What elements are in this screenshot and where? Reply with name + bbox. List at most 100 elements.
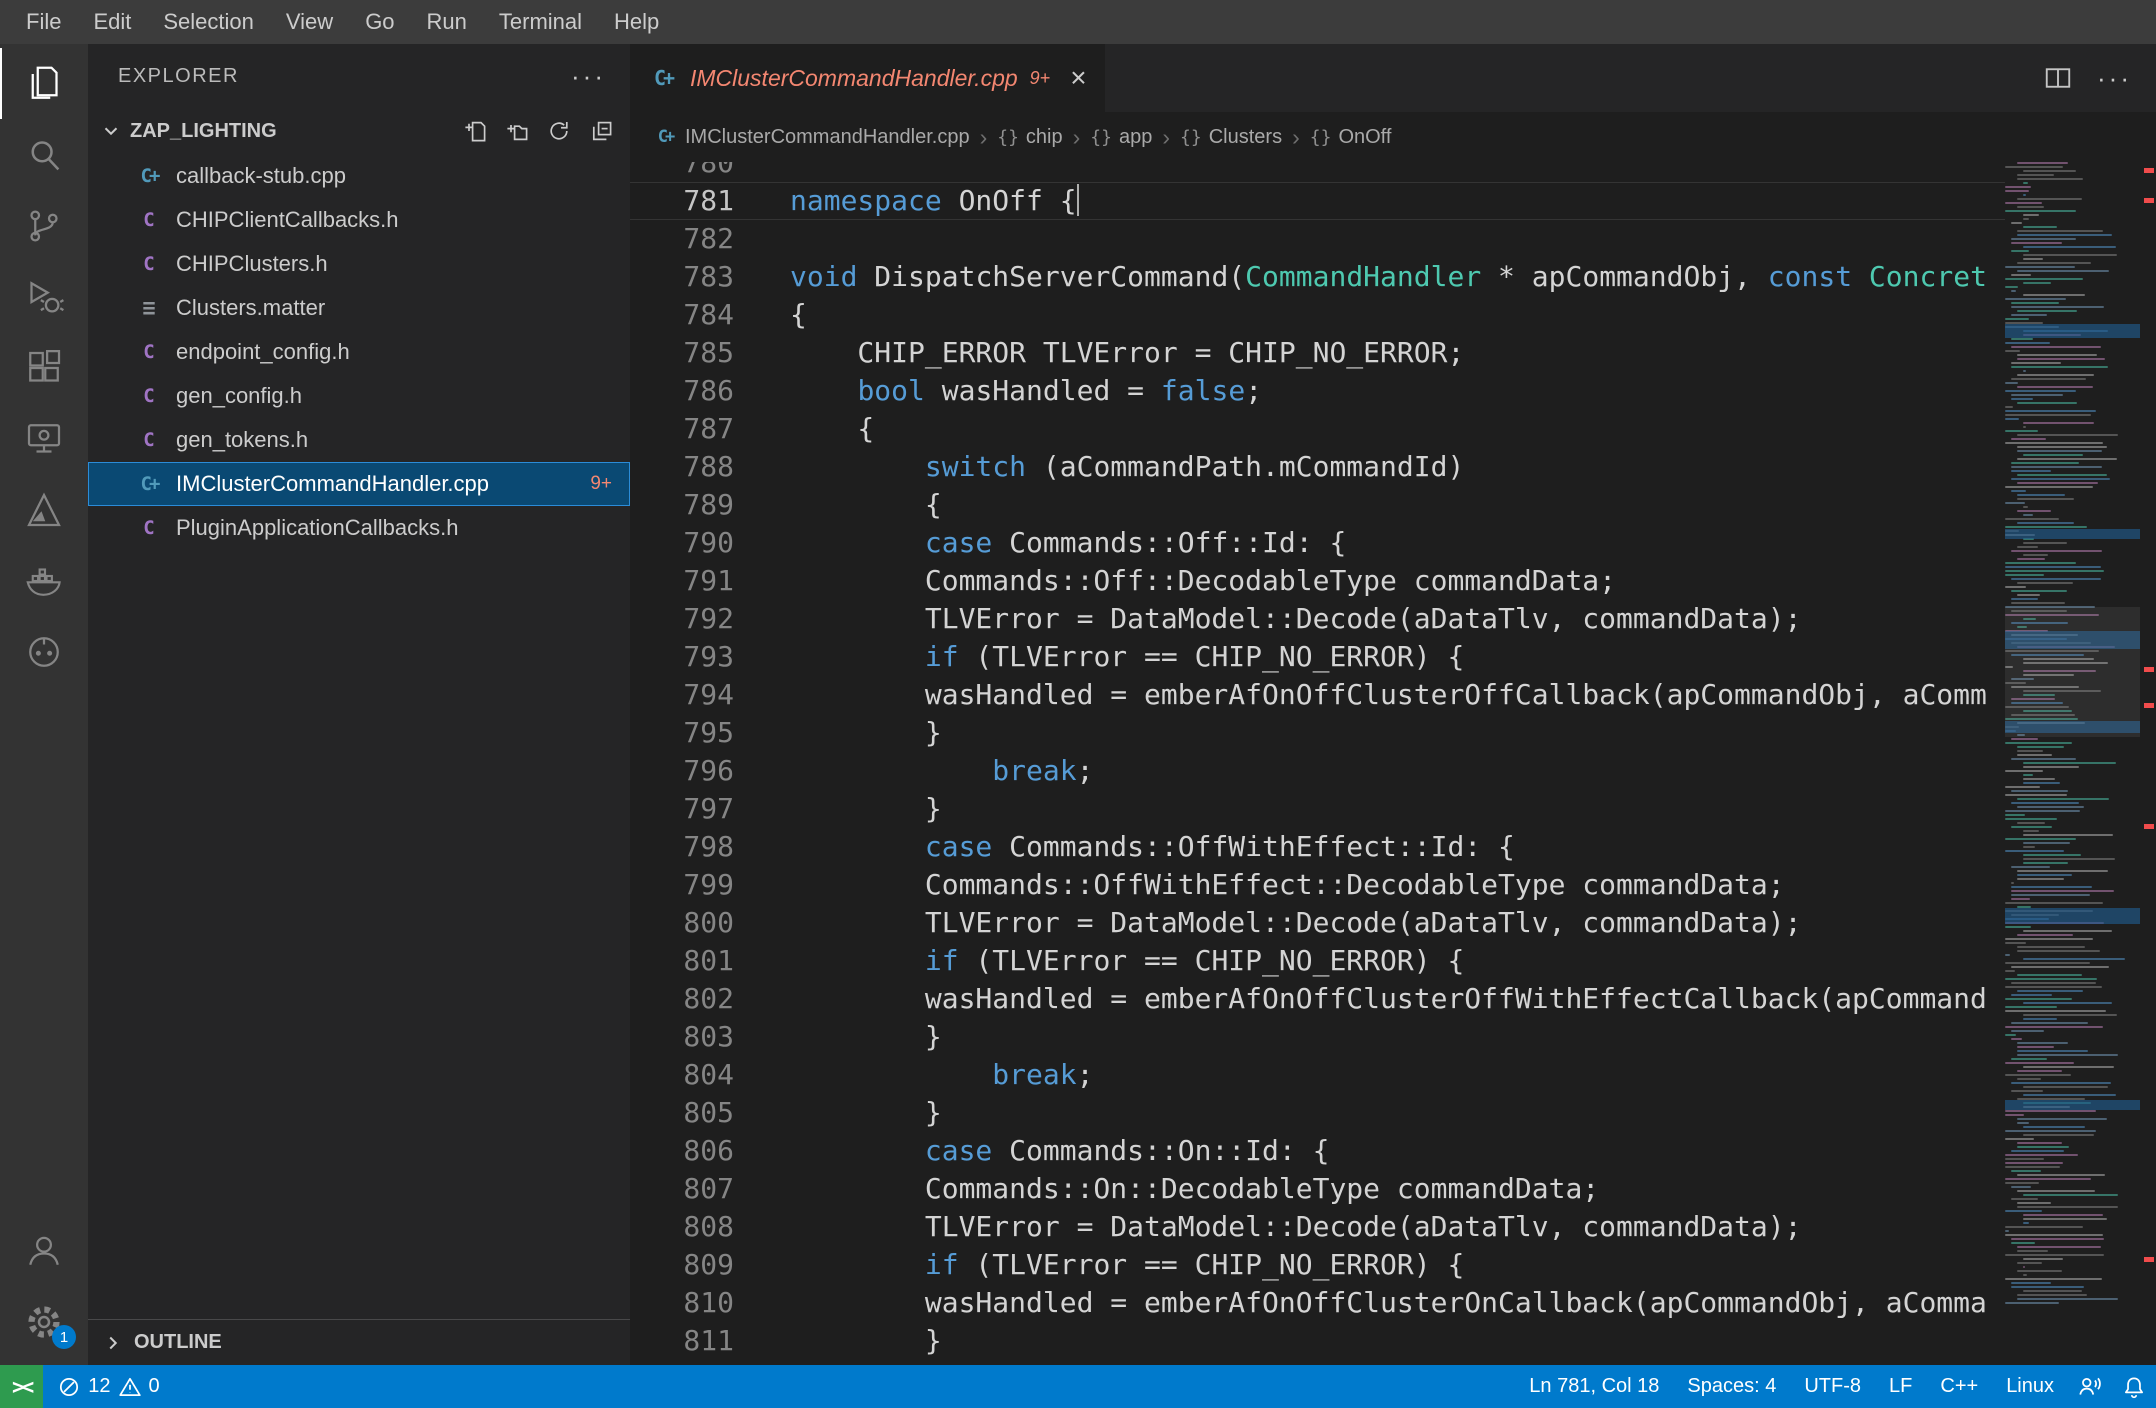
split-editor-icon[interactable]: [2039, 59, 2077, 97]
more-actions-icon[interactable]: ···: [571, 61, 606, 92]
code-line-789[interactable]: 789 {: [630, 486, 2005, 524]
code-line-792[interactable]: 792 TLVError = DataModel::Decode(aDataTl…: [630, 600, 2005, 638]
code-text: {: [790, 412, 875, 445]
code-line-786[interactable]: 786 bool wasHandled = false;: [630, 372, 2005, 410]
code-text: Commands::On::DecodableType commandData;: [790, 1172, 1600, 1205]
code-line-795[interactable]: 795 }: [630, 714, 2005, 752]
code-lines[interactable]: 780 781 namespace OnOff {782 783 void Dispat…: [630, 162, 2005, 1365]
code-line-801[interactable]: 801 if (TLVError == CHIP_NO_ERROR) {: [630, 942, 2005, 980]
menu-selection[interactable]: Selection: [147, 9, 270, 35]
code-line-794[interactable]: 794 wasHandled = emberAfOnOffClusterOffC…: [630, 676, 2005, 714]
menu-edit[interactable]: Edit: [77, 9, 147, 35]
new-file-icon[interactable]: [458, 114, 492, 148]
code-line-812[interactable]: 812 break;: [630, 1360, 2005, 1365]
more-actions-icon[interactable]: ···: [2097, 63, 2132, 94]
status-line-col[interactable]: Ln 781, Col 18: [1515, 1375, 1673, 1398]
accounts-icon[interactable]: [0, 1215, 88, 1286]
code-line-807[interactable]: 807 Commands::On::DecodableType commandD…: [630, 1170, 2005, 1208]
menu-view[interactable]: View: [270, 9, 349, 35]
code-line-781[interactable]: 781 namespace OnOff {: [630, 182, 2005, 220]
code-line-802[interactable]: 802 wasHandled = emberAfOnOffClusterOffW…: [630, 980, 2005, 1018]
code-line-784[interactable]: 784 {: [630, 296, 2005, 334]
code-line-785[interactable]: 785 CHIP_ERROR TLVError = CHIP_NO_ERROR;: [630, 334, 2005, 372]
code-line-796[interactable]: 796 break;: [630, 752, 2005, 790]
sidebar-explorer: EXPLORER ··· ZAP_LIGHTING C+ callback-stu…: [88, 44, 630, 1365]
file-item-endpoint_config.h[interactable]: Cendpoint_config.h: [88, 330, 630, 374]
file-item-Clusters.matter[interactable]: ≡ Clusters.matter: [88, 286, 630, 330]
extensions-icon[interactable]: [0, 332, 88, 403]
bell-icon[interactable]: [2112, 1374, 2156, 1400]
cmake-icon[interactable]: [0, 474, 88, 545]
code-line-797[interactable]: 797 }: [630, 790, 2005, 828]
remote-indicator[interactable]: ><: [0, 1365, 44, 1408]
file-item-callback-stub.cpp[interactable]: C+ callback-stub.cpp: [88, 154, 630, 198]
code-line-811[interactable]: 811 }: [630, 1322, 2005, 1360]
minimap[interactable]: [2005, 162, 2140, 1365]
code-line-787[interactable]: 787 {: [630, 410, 2005, 448]
file-item-gen_config.h[interactable]: Cgen_config.h: [88, 374, 630, 418]
settings-gear-icon[interactable]: 1: [0, 1286, 88, 1357]
explorer-icon[interactable]: [0, 48, 88, 119]
status-indentation[interactable]: Spaces: 4: [1673, 1375, 1790, 1398]
line-number: 789: [683, 488, 734, 521]
minimap-slider[interactable]: [2005, 607, 2140, 738]
outline-section[interactable]: OUTLINE: [88, 1319, 630, 1365]
tab-imclustercommandhandler[interactable]: C+ IMClusterCommandHandler.cpp 9+ ×: [630, 44, 1105, 112]
code-line-808[interactable]: 808 TLVError = DataModel::Decode(aDataTl…: [630, 1208, 2005, 1246]
docker-icon[interactable]: [0, 545, 88, 616]
code-line-790[interactable]: 790 case Commands::Off::Id: {: [630, 524, 2005, 562]
code-line-791[interactable]: 791 Commands::Off::DecodableType command…: [630, 562, 2005, 600]
file-label: endpoint_config.h: [176, 339, 350, 364]
search-icon[interactable]: [0, 119, 88, 190]
code-line-782[interactable]: 782: [630, 220, 2005, 258]
line-number: 796: [683, 754, 734, 787]
close-tab-icon[interactable]: ×: [1070, 64, 1086, 92]
code-line-800[interactable]: 800 TLVError = DataModel::Decode(aDataTl…: [630, 904, 2005, 942]
remote-explorer-icon[interactable]: [0, 403, 88, 474]
overview-ruler[interactable]: [2140, 162, 2156, 1365]
file-item-CHIPClusters.h[interactable]: C CHIPClusters.h: [88, 242, 630, 286]
code-line-806[interactable]: 806 case Commands::On::Id: {: [630, 1132, 2005, 1170]
run-debug-icon[interactable]: [0, 261, 88, 332]
status-remote-os[interactable]: Linux: [1992, 1375, 2068, 1398]
code-line-805[interactable]: 805 }: [630, 1094, 2005, 1132]
breadcrumb-app[interactable]: {} app: [1090, 126, 1152, 149]
menu-help[interactable]: Help: [598, 9, 675, 35]
code-line-788[interactable]: 788 switch (aCommandPath.mCommandId): [630, 448, 2005, 486]
menu-run[interactable]: Run: [411, 9, 483, 35]
code-line-804[interactable]: 804 break;: [630, 1056, 2005, 1094]
breadcrumb-onoff[interactable]: {} OnOff: [1310, 126, 1392, 149]
breadcrumb-clusters[interactable]: {} Clusters: [1180, 126, 1282, 149]
menu-file[interactable]: File: [10, 9, 77, 35]
new-folder-icon[interactable]: [500, 114, 534, 148]
breadcrumb-imclustercommandhandler.cpp[interactable]: C+ IMClusterCommandHandler.cpp: [652, 126, 970, 149]
source-control-icon[interactable]: [0, 190, 88, 261]
status-encoding[interactable]: UTF-8: [1790, 1375, 1875, 1398]
code-line-810[interactable]: 810 wasHandled = emberAfOnOffClusterOnCa…: [630, 1284, 2005, 1322]
file-item-IMClusterCommandHandler.cpp[interactable]: C+ IMClusterCommandHandler.cpp 9+: [88, 462, 630, 506]
code-line-803[interactable]: 803 }: [630, 1018, 2005, 1056]
code-line-799[interactable]: 799 Commands::OffWithEffect::DecodableTy…: [630, 866, 2005, 904]
file-item-CHIPClientCallbacks.h[interactable]: C CHIPClientCallbacks.h: [88, 198, 630, 242]
code-line-798[interactable]: 798 case Commands::OffWithEffect::Id: {: [630, 828, 2005, 866]
folder-section-header[interactable]: ZAP_LIGHTING: [88, 108, 630, 154]
status-eol[interactable]: LF: [1875, 1375, 1926, 1398]
file-item-PluginApplicationCallbacks.h[interactable]: C PluginApplicationCallbacks.h: [88, 506, 630, 550]
code-line-793[interactable]: 793 if (TLVError == CHIP_NO_ERROR) {: [630, 638, 2005, 676]
refresh-icon[interactable]: [542, 114, 576, 148]
status-language[interactable]: C++: [1926, 1375, 1992, 1398]
code-line-780[interactable]: 780: [630, 162, 2005, 182]
problems-status[interactable]: 12 0: [43, 1375, 173, 1399]
feedback-icon[interactable]: [2068, 1374, 2112, 1400]
collapse-all-icon[interactable]: [584, 114, 618, 148]
menu-terminal[interactable]: Terminal: [483, 9, 598, 35]
breadcrumb-chip[interactable]: {} chip: [997, 126, 1062, 149]
namespace-icon: {}: [1090, 126, 1112, 148]
code-line-783[interactable]: 783 void DispatchServerCommand(CommandHan…: [630, 258, 2005, 296]
menu-go[interactable]: Go: [349, 9, 410, 35]
code-line-809[interactable]: 809 if (TLVError == CHIP_NO_ERROR) {: [630, 1246, 2005, 1284]
platformio-icon[interactable]: [0, 616, 88, 687]
error-mark: [2144, 823, 2154, 829]
file-item-gen_tokens.h[interactable]: Cgen_tokens.h: [88, 418, 630, 462]
code-text: namespace OnOff {: [790, 184, 1079, 217]
